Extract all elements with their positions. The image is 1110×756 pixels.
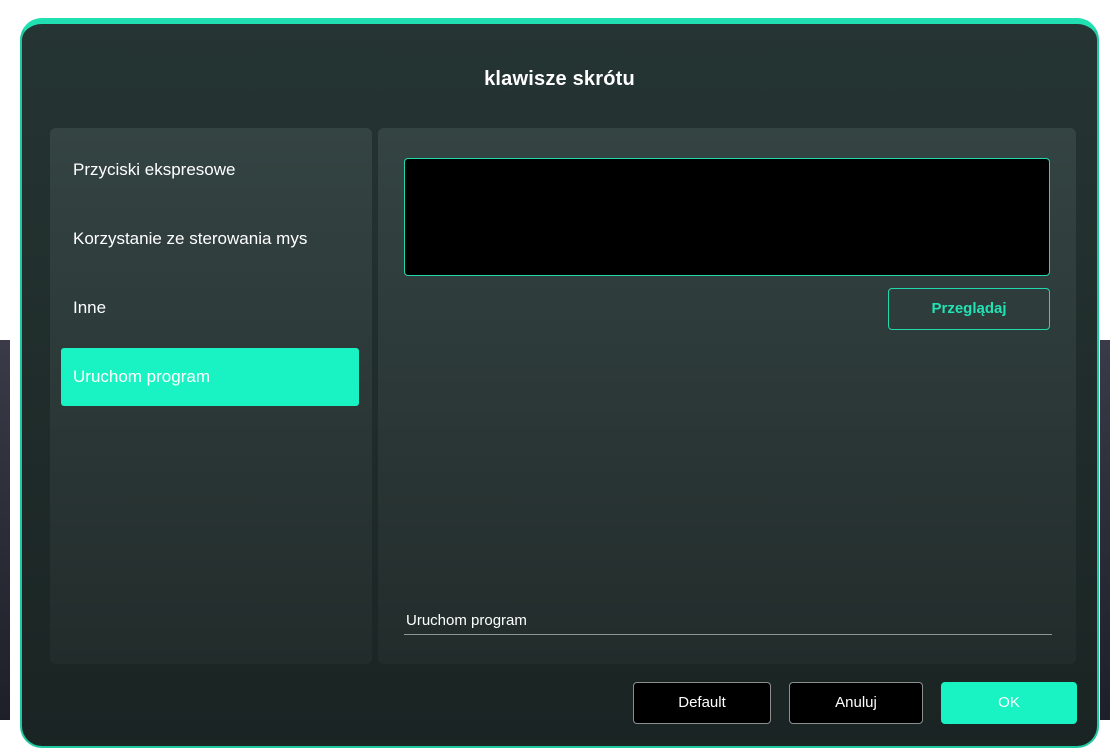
sidebar-item-mouse-control[interactable]: Korzystanie ze sterowania mys xyxy=(61,210,359,268)
content-panel: Przeglądaj Uruchom program xyxy=(378,128,1076,664)
program-path-field[interactable] xyxy=(404,158,1050,276)
background-window-edge-left xyxy=(0,340,10,720)
sidebar-panel: Przyciski ekspresowe Korzystanie ze ster… xyxy=(50,128,372,664)
dialog-title: klawisze skrótu xyxy=(484,68,635,90)
default-button[interactable]: Default xyxy=(633,682,771,724)
background-window-edge-right xyxy=(1100,340,1110,720)
field-underline xyxy=(404,634,1052,635)
ok-button[interactable]: OK xyxy=(941,682,1077,724)
shortcut-keys-dialog: klawisze skrótu Przyciski ekspresowe Kor… xyxy=(20,18,1099,748)
sidebar-item-other[interactable]: Inne xyxy=(61,279,359,337)
run-program-label: Uruchom program xyxy=(406,612,527,629)
sidebar-item-run-program[interactable]: Uruchom program xyxy=(61,348,359,406)
sidebar-item-express-keys[interactable]: Przyciski ekspresowe xyxy=(61,141,359,199)
browse-button[interactable]: Przeglądaj xyxy=(888,288,1050,330)
cancel-button[interactable]: Anuluj xyxy=(789,682,923,724)
